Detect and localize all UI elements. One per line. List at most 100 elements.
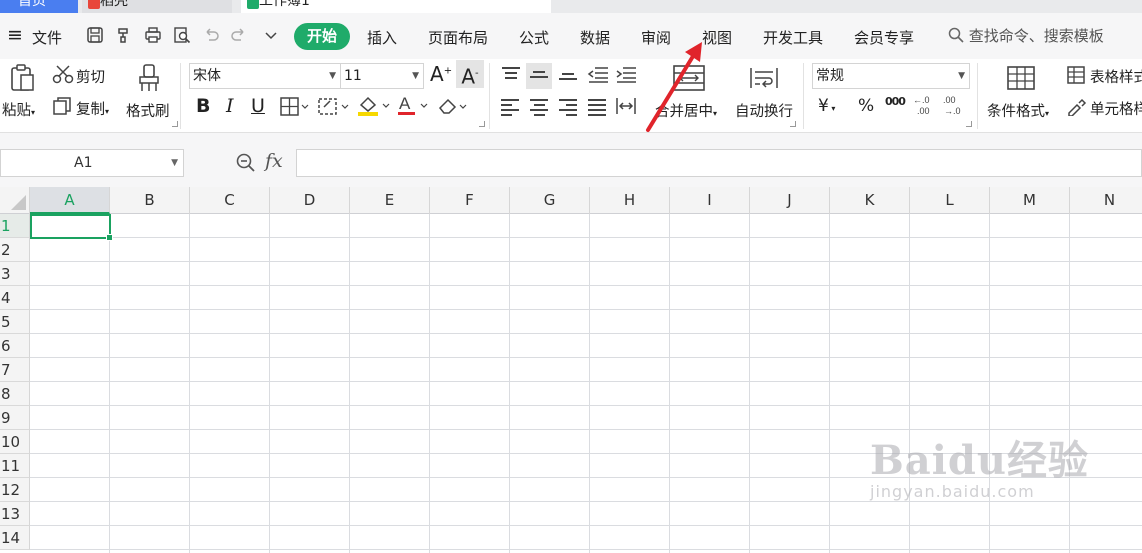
bold-button[interactable]: B [196, 95, 210, 117]
conditional-format-icon[interactable] [1006, 65, 1036, 91]
print-preview-icon[interactable] [173, 26, 191, 44]
column-header-d[interactable]: D [270, 187, 350, 214]
copy-icon[interactable] [52, 96, 72, 116]
align-bottom-icon[interactable] [559, 73, 577, 83]
column-header-n[interactable]: N [1070, 187, 1142, 214]
scissors-icon[interactable] [52, 64, 74, 84]
column-header-l[interactable]: L [910, 187, 990, 214]
column-header-g[interactable]: G [510, 187, 590, 214]
chevron-down-icon[interactable] [262, 26, 280, 44]
row-header-3[interactable]: 3 [0, 262, 30, 286]
increase-font-icon[interactable]: A+ [430, 62, 452, 86]
decrease-indent-icon[interactable] [587, 66, 609, 84]
table-style-button[interactable]: 表格样式 [1090, 66, 1142, 87]
column-header-e[interactable]: E [350, 187, 430, 214]
column-header-j[interactable]: J [750, 187, 830, 214]
number-format-select[interactable]: 常规 ▼ [812, 63, 970, 89]
tab-docer[interactable]: 稻壳 [82, 0, 232, 13]
fill-pattern-icon[interactable] [318, 97, 350, 117]
currency-button[interactable]: ¥ ▾ [818, 96, 835, 116]
underline-button[interactable]: U [251, 95, 265, 117]
fill-color-icon[interactable] [356, 95, 392, 117]
hamburger-menu-icon[interactable]: ≡ [7, 24, 23, 46]
paste-button[interactable]: 粘贴▾ [2, 99, 35, 120]
column-header-b[interactable]: B [110, 187, 190, 214]
font-color-icon[interactable]: A [396, 94, 430, 117]
tab-insert[interactable]: 插入 [367, 27, 397, 48]
format-painter-icon[interactable] [136, 63, 162, 93]
row-header-1[interactable]: 1 [0, 214, 30, 238]
decrease-font-icon[interactable]: A- [456, 60, 484, 89]
row-header-11[interactable]: 11 [0, 454, 30, 478]
active-cell-a1[interactable] [30, 214, 113, 241]
row-header-12[interactable]: 12 [0, 478, 30, 502]
conditional-format-button[interactable]: 条件格式▾ [987, 100, 1049, 121]
redo-icon[interactable] [230, 26, 248, 44]
align-right-icon[interactable] [559, 99, 577, 119]
thousands-separator-button[interactable]: 000 [885, 95, 906, 108]
row-header-13[interactable]: 13 [0, 502, 30, 526]
cell-style-button[interactable]: 单元格样式 [1090, 98, 1142, 119]
name-box[interactable]: A1 ▼ [0, 149, 184, 177]
alignment-dialog-launcher[interactable] [790, 121, 796, 127]
tab-start[interactable]: 开始 [294, 23, 350, 50]
align-center-icon[interactable] [530, 99, 548, 119]
distributed-align-icon[interactable] [615, 96, 637, 116]
column-header-m[interactable]: M [990, 187, 1070, 214]
tab-formulas[interactable]: 公式 [519, 27, 549, 48]
format-painter-button[interactable]: 格式刷 [126, 100, 170, 121]
insert-function-button[interactable]: fx [265, 150, 283, 172]
font-name-select[interactable]: 宋体 ▼ [189, 63, 341, 89]
wrap-text-button[interactable]: 自动换行 [735, 100, 793, 121]
command-search[interactable]: 查找命令、搜索模板 [948, 25, 1104, 46]
row-header-4[interactable]: 4 [0, 286, 30, 310]
border-icon[interactable] [280, 97, 310, 117]
row-header-2[interactable]: 2 [0, 238, 30, 262]
row-header-7[interactable]: 7 [0, 358, 30, 382]
justify-icon[interactable] [588, 99, 606, 119]
cell-style-icon[interactable] [1067, 98, 1087, 116]
column-header-k[interactable]: K [830, 187, 910, 214]
clipboard-dialog-launcher[interactable] [172, 121, 178, 127]
row-header-14[interactable]: 14 [0, 526, 30, 550]
tab-page-layout[interactable]: 页面布局 [428, 27, 488, 48]
increase-indent-icon[interactable] [615, 66, 637, 84]
tab-developer[interactable]: 开发工具 [763, 27, 823, 48]
copy-button[interactable]: 复制▾ [76, 98, 109, 119]
undo-icon[interactable] [202, 26, 220, 44]
row-header-10[interactable]: 10 [0, 430, 30, 454]
row-header-9[interactable]: 9 [0, 406, 30, 430]
zoom-icon[interactable] [236, 153, 256, 173]
menu-file[interactable]: 文件 [32, 27, 62, 48]
align-left-icon[interactable] [501, 99, 519, 119]
align-top-icon[interactable] [502, 67, 520, 82]
font-dialog-launcher[interactable] [479, 121, 485, 127]
row-header-8[interactable]: 8 [0, 382, 30, 406]
percent-button[interactable]: % [858, 96, 874, 116]
decrease-decimal-icon[interactable]: .00→.0 [942, 94, 968, 116]
column-header-i[interactable]: I [670, 187, 750, 214]
tab-workbook[interactable]: 工作簿1 [241, 0, 551, 13]
cell-area[interactable] [30, 214, 1142, 553]
tab-home[interactable]: 首页 [0, 0, 78, 13]
wrap-text-icon[interactable] [749, 65, 779, 91]
increase-decimal-icon[interactable]: ←.0.00 [912, 94, 938, 116]
print-icon[interactable] [144, 26, 162, 44]
save-icon[interactable] [86, 26, 104, 44]
tab-member[interactable]: 会员专享 [854, 27, 914, 48]
paint-format-icon[interactable] [115, 26, 133, 44]
column-header-c[interactable]: C [190, 187, 270, 214]
tab-data[interactable]: 数据 [580, 27, 610, 48]
row-header-6[interactable]: 6 [0, 334, 30, 358]
formula-input[interactable] [296, 149, 1142, 177]
column-header-f[interactable]: F [430, 187, 510, 214]
select-all-corner[interactable] [0, 187, 30, 214]
font-size-select[interactable]: 11 ▼ [340, 63, 424, 89]
paste-icon[interactable] [8, 63, 38, 93]
align-middle-icon[interactable] [526, 63, 552, 89]
number-dialog-launcher[interactable] [966, 121, 972, 127]
column-header-a[interactable]: A [30, 187, 110, 214]
italic-button[interactable]: I [226, 95, 234, 117]
cut-button[interactable]: 剪切 [76, 66, 105, 87]
table-style-icon[interactable] [1067, 66, 1087, 84]
